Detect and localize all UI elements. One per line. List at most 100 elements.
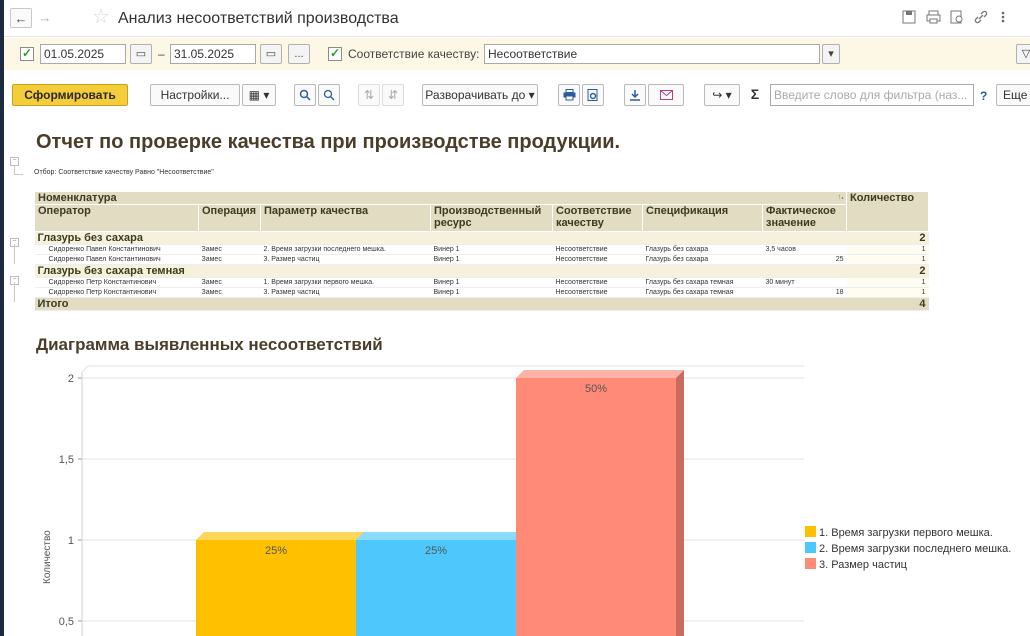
header-spec[interactable]: Спецификация (642, 204, 763, 232)
preview-icon[interactable] (950, 10, 964, 27)
back-button[interactable]: ← (10, 8, 32, 28)
table-row[interactable]: Сидоренко Петр Константинович Замес 3. Раз… (34, 287, 929, 298)
cell-resource: Винер 1 (430, 287, 553, 298)
forward-button[interactable]: → (34, 8, 56, 28)
cell-conformity: Несоответствие (552, 244, 643, 255)
cell-qty: 1 (846, 277, 929, 288)
header-resource[interactable]: Производственный ресурс (430, 204, 553, 232)
cell-qty: 1 (846, 254, 929, 265)
period-checkbox[interactable]: ✓ (20, 47, 34, 61)
cell-conformity: Несоответствие (552, 287, 643, 298)
cell-operator: Сидоренко Павел Константинович (34, 244, 199, 255)
report-filter-line: Отбор: Соответствие качеству Равно "Несо… (34, 169, 214, 176)
group-name: Глазурь без сахара темная (34, 264, 847, 278)
quality-value-field[interactable]: Несоответствие (484, 44, 820, 64)
report-body: Глазурь без сахара 2 Сидоренко Павел Конст… (34, 231, 929, 298)
download-icon[interactable] (624, 84, 646, 106)
cell-operation: Замес (198, 244, 261, 255)
command-bar: Сформировать Настройки... ▦ ▾ ⇅ ⇵ Развор… (4, 80, 1030, 110)
more-icon[interactable] (1000, 10, 1006, 27)
title-bar: ← → ☆ Анализ несоответствий производства (4, 0, 1030, 37)
filter-funnel-button[interactable]: ▽ (1016, 44, 1030, 64)
cell-spec: Глазурь без сахара (642, 254, 763, 265)
header-operator[interactable]: Оператор (34, 204, 199, 232)
header-parameter[interactable]: Параметр качества (260, 204, 431, 232)
header-actual[interactable]: Фактическое значение (762, 204, 847, 232)
total-qty: 4 (846, 297, 929, 311)
cell-parameter: 3. Размер частиц (260, 287, 431, 298)
bar-top (516, 370, 684, 378)
search-icon[interactable] (294, 84, 316, 106)
y-tick-label: 1,5 (59, 454, 74, 466)
cell-spec: Глазурь без сахара темная (642, 277, 763, 288)
quality-checkbox[interactable]: ✓ (328, 47, 342, 61)
quality-label: Соответствие качеству: (348, 47, 480, 61)
more-button[interactable]: Еще (996, 84, 1030, 106)
collapse-toggle-icon[interactable]: − (10, 157, 19, 166)
header-operation[interactable]: Операция (198, 204, 261, 232)
calendar-from-icon[interactable]: ▭ (130, 44, 152, 64)
y-tick-label: 2 (68, 373, 74, 385)
header-conformity[interactable]: Соответствие качеству (552, 204, 643, 232)
filter-bar: ✓ 01.05.2025 ▭ – 31.05.2025 ▭ ... ✓ Соот… (4, 38, 1030, 70)
header-quantity[interactable]: Количество (846, 191, 929, 232)
y-tick-label: 1 (68, 535, 74, 547)
date-from-field[interactable]: 01.05.2025 (40, 44, 126, 64)
bar-top (196, 532, 364, 540)
cell-operator: Сидоренко Павел Константинович (34, 254, 199, 265)
cell-operator: Сидоренко Петр Константинович (34, 277, 199, 288)
link-icon[interactable] (974, 10, 988, 27)
group-row[interactable]: Глазурь без сахара 2 (34, 231, 929, 245)
sort-descending-icon[interactable]: ⇵ (382, 84, 404, 106)
save-icon[interactable] (902, 10, 916, 27)
print-button-icon[interactable] (558, 84, 580, 106)
window-title: Анализ несоответствий производства (118, 10, 399, 27)
preview-button-icon[interactable] (582, 84, 604, 106)
legend-swatch (805, 526, 816, 537)
cell-qty: 1 (846, 287, 929, 298)
search-next-icon[interactable] (318, 84, 340, 106)
legend-label: 2. Время загрузки последнего мешка. (819, 543, 1012, 555)
variant-button[interactable]: ▦ ▾ (242, 84, 276, 106)
cell-resource: Винер 1 (430, 254, 553, 265)
legend-label: 3. Размер частиц (819, 559, 907, 571)
cell-resource: Винер 1 (430, 244, 553, 255)
total-label: Итого (34, 297, 847, 311)
sum-icon[interactable]: Σ (746, 84, 764, 106)
table-row[interactable]: Сидоренко Петр Константинович Замес 1. Вре… (34, 277, 929, 288)
legend-item: 1. Время загрузки первого мешка. (805, 526, 993, 539)
cell-conformity: Несоответствие (552, 254, 643, 265)
expand-to-button[interactable]: Разворачивать до ▾ (422, 84, 538, 106)
cell-operation: Замес (198, 254, 261, 265)
generate-button[interactable]: Сформировать (12, 84, 128, 106)
group-name: Глазурь без сахара (34, 231, 847, 245)
group-row[interactable]: Глазурь без сахара темная 2 (34, 264, 929, 278)
print-icon[interactable] (926, 10, 941, 27)
cell-actual: 25 (762, 254, 847, 265)
legend-swatch (805, 542, 816, 553)
period-select-button[interactable]: ... (288, 44, 310, 64)
table-row[interactable]: Сидоренко Павел Константинович Замес 3. Ра… (34, 254, 929, 265)
cell-conformity: Несоответствие (552, 277, 643, 288)
filter-search-input[interactable]: Введите слово для фильтра (наз... (770, 84, 974, 106)
mail-icon[interactable] (648, 84, 684, 106)
quality-dropdown-button[interactable]: ▾ (822, 44, 840, 64)
report-title: Отчет по проверке качества при производс… (36, 131, 621, 153)
bar-data-label: 25% (425, 545, 447, 557)
settings-button[interactable]: Настройки... (150, 84, 240, 106)
share-icon[interactable]: ↪ ▾ (704, 84, 740, 106)
legend-label: 1. Время загрузки первого мешка. (819, 527, 993, 539)
table-row[interactable]: Сидоренко Павел Константинович Замес 2. Вр… (34, 244, 929, 255)
group-qty: 2 (846, 264, 929, 278)
y-axis-label: Количество (42, 530, 53, 584)
sort-ascending-icon[interactable]: ⇅ (358, 84, 380, 106)
calendar-to-icon[interactable]: ▭ (260, 44, 282, 64)
chevron-down-icon: ▾ (528, 88, 535, 102)
favorite-star-icon[interactable]: ☆ (92, 7, 110, 27)
cell-operation: Замес (198, 287, 261, 298)
help-button[interactable]: ? (980, 89, 987, 103)
bar-side (676, 370, 684, 636)
date-to-field[interactable]: 31.05.2025 (170, 44, 256, 64)
cell-actual: 3,5 часов (762, 244, 847, 255)
cell-actual: 30 минут (762, 277, 847, 288)
